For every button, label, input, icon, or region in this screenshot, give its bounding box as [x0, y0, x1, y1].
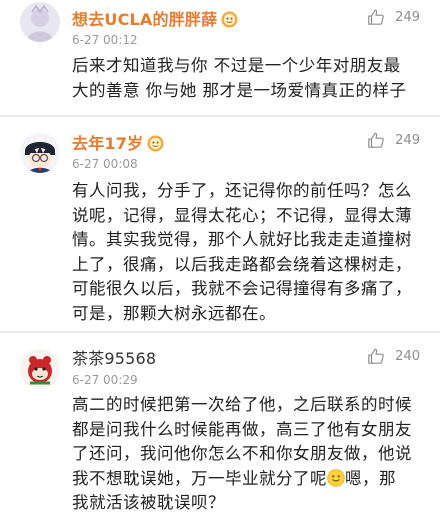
- avatar[interactable]: [20, 349, 60, 389]
- username[interactable]: 去年17岁: [72, 130, 164, 154]
- like-button[interactable]: 249: [367, 8, 420, 26]
- thumbs-up-icon[interactable]: [367, 131, 385, 149]
- comment-line: 后来才知道我与你 不过是一个少年对朋友最: [72, 56, 401, 75]
- comment-line: 都是问我什么时候能再做，高三了他有女朋友: [72, 419, 412, 439]
- comment-line: 高二的时候把第一次给了他，之后联系的时候: [72, 395, 412, 414]
- like-count: 240: [395, 348, 420, 364]
- username[interactable]: 茶茶95568: [72, 345, 156, 369]
- vip-badge-icon: [147, 135, 164, 152]
- avatar[interactable]: [20, 2, 60, 42]
- comment-2: 去年17岁 6-27 00:08 249 有人问我，分手了，还记得你的前任吗？怎…: [0, 117, 440, 327]
- smile-emoji-icon: [327, 468, 345, 487]
- username-text[interactable]: 茶茶95568: [72, 349, 156, 368]
- username-text[interactable]: 想去UCLA的胖胖薛: [72, 10, 217, 29]
- comment-line: 了还问，我问他你怎么不和你女朋友做，他说: [72, 444, 412, 463]
- comment-line: 说呢，记得，显得太花心；不记得，显得太薄: [72, 205, 412, 225]
- comment-text: 高二的时候把第一次给了他，之后联系的时候 都是问我什么时候能再做，高三了他有女朋…: [72, 393, 420, 516]
- like-count: 249: [395, 9, 420, 25]
- comment-line-part: 我不想耽误她，万一毕业就分了呢: [72, 468, 327, 488]
- comment-line: 我就活该被耽误呗？: [72, 493, 225, 512]
- thumbs-up-icon[interactable]: [367, 8, 385, 26]
- comment-text: 有人问我，分手了，还记得你的前任吗？怎么 说呢，记得，显得太花心；不记得，显得太…: [72, 179, 420, 326]
- comment-line: 可是，那颗大树永远都在。: [72, 303, 276, 323]
- timestamp: 6-27 00:12: [72, 33, 138, 47]
- timestamp: 6-27 00:29: [72, 373, 138, 387]
- comment-line: 大的善意 你与她 那才是一场爱情真正的样子: [72, 80, 407, 100]
- avatar[interactable]: [20, 133, 60, 173]
- timestamp: 6-27 00:08: [72, 157, 138, 171]
- comment-1: 想去UCLA的胖胖薛 6-27 00:12 249 后来才知道我与你 不过是一个…: [0, 0, 440, 114]
- comment-line: 我不想耽误她，万一毕业就分了呢 嗯，那: [72, 467, 420, 492]
- comment-line-part: 嗯，那: [345, 468, 396, 488]
- username-text[interactable]: 去年17岁: [72, 134, 143, 153]
- comment-3: 茶茶95568 6-27 00:29 240 高二的时候把第一次给了他，之后联系…: [0, 333, 440, 531]
- comment-line: 情。其实我觉得，那个人就好比我走走道撞树: [72, 230, 412, 249]
- thumbs-up-icon[interactable]: [367, 347, 385, 365]
- vip-badge-icon: [221, 11, 238, 28]
- like-button[interactable]: 240: [367, 347, 420, 365]
- comment-line: 可能很久以后，我就不会记得撞得有多痛了，: [72, 279, 412, 298]
- comment-line: 有人问我，分手了，还记得你的前任吗？怎么: [72, 181, 412, 200]
- comment-text: 后来才知道我与你 不过是一个少年对朋友最 大的善意 你与她 那才是一场爱情真正的…: [72, 54, 420, 103]
- username[interactable]: 想去UCLA的胖胖薛: [72, 6, 238, 30]
- like-button[interactable]: 249: [367, 131, 420, 149]
- like-count: 249: [395, 132, 420, 148]
- comment-line: 上了，很痛，以后我走路都会绕着这棵树走，: [72, 254, 412, 274]
